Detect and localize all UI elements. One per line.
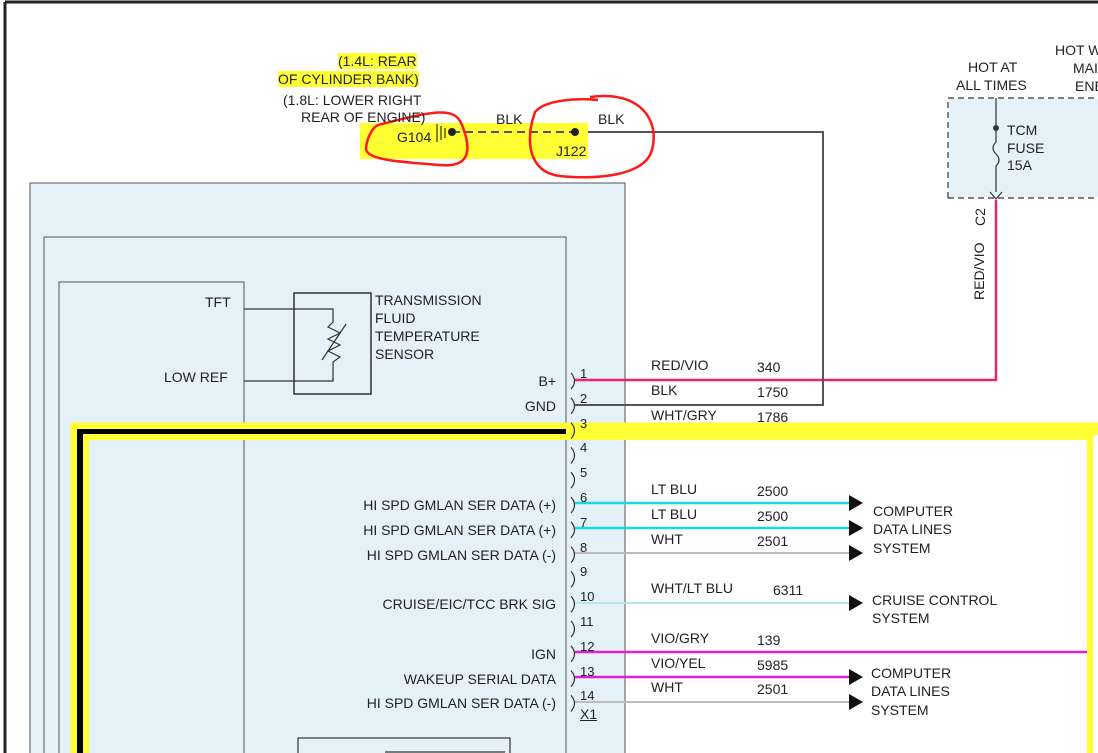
pin-wire-color: RED/VIO (651, 357, 709, 373)
ground-location-14l-2: OF CYLINDER BANK) (278, 71, 419, 87)
fuse-connector-label: C2 (972, 208, 988, 226)
pin-signal: IGN (531, 645, 556, 662)
ground-location-14l: (1.4L: REAR (338, 53, 417, 69)
pin-wire-color: LT BLU (651, 505, 698, 522)
pin-signal: B+ (538, 373, 556, 389)
ground-id-label: G104 (397, 129, 432, 145)
pin-circuit: 5985 (757, 656, 789, 673)
pin-wire-color: WHT (651, 530, 683, 547)
dest-cruise-line2: SYSTEM (872, 610, 930, 626)
connector-x1: X1 (580, 706, 598, 722)
arrow-pin14 (849, 694, 863, 710)
pin-wire-color: LT BLU (651, 481, 698, 497)
pin-number: 13 (580, 663, 595, 679)
tft-label: TFT (205, 294, 231, 310)
dest-cruise-line1: CRUISE CONTROL (872, 592, 998, 608)
fuse-wire-color: RED/VIO (971, 242, 987, 300)
low-ref-label: LOW REF (164, 369, 228, 385)
pin-signal: HI SPD GMLAN SER DATA (-) (366, 695, 556, 712)
dest-computer-1-line1: COMPUTER (873, 503, 954, 519)
pin-number: 12 (580, 638, 595, 654)
pin-wire-color: WHT (651, 679, 683, 696)
ground-location-18l-2: REAR OF ENGINE) (301, 109, 426, 125)
hot-with-1: HOT W (1055, 42, 1098, 58)
pin-number: 11 (580, 614, 594, 629)
pin-number: 5 (580, 465, 588, 481)
ground-location-18l: (1.8L: LOWER RIGHT (283, 92, 422, 108)
pin-circuit: 139 (757, 631, 781, 648)
sensor-name-2: FLUID (375, 310, 416, 326)
j122-node (571, 128, 579, 136)
hot-with-2: MAI (1073, 60, 1098, 76)
pin-wire-color: WHT/GRY (651, 406, 717, 423)
fuse-name-3: 15A (1007, 157, 1032, 173)
pin-number: 2 (580, 390, 588, 406)
pin-signal: GND (524, 397, 556, 414)
pin-signal: WAKEUP SERIAL DATA (403, 670, 556, 687)
splice-id-label: J122 (556, 143, 587, 159)
pin-circuit: 340 (757, 359, 781, 375)
pin-wire-color: BLK (651, 381, 678, 398)
pin-circuit: 1750 (757, 383, 789, 400)
pin-circuit: 1786 (757, 408, 789, 425)
fuse-node (993, 125, 999, 131)
pin-wire-color: WHT/LT BLU (651, 580, 733, 597)
g104-node (448, 128, 456, 136)
pin-circuit: 2501 (757, 681, 789, 698)
arrow-pin6 (849, 495, 863, 511)
fuse-name-1: TCM (1007, 122, 1038, 138)
pin-circuit: 2500 (757, 483, 789, 499)
hot-with-3: ENE (1075, 78, 1098, 94)
hot-at-times-1: HOT AT (968, 59, 1018, 75)
ground-wire-right-label: BLK (598, 111, 625, 127)
arrow-pin7 (849, 520, 863, 536)
hot-at-times-2: ALL TIMES (956, 77, 1027, 93)
dest-computer-2-line3: SYSTEM (871, 702, 929, 718)
pin-number: 4 (580, 440, 588, 456)
pin-wire-color: VIO/YEL (651, 654, 706, 671)
pin-signal: CRUISE/EIC/TCC BRK SIG (382, 596, 556, 613)
pin-number: 1 (580, 366, 588, 381)
dest-computer-2-line1: COMPUTER (871, 665, 952, 681)
pin-number: 3 (580, 415, 588, 431)
ground-highlight (360, 123, 588, 159)
pin-number: 9 (580, 564, 588, 580)
pin-number: 14 (580, 688, 595, 704)
dest-computer-2-line2: DATA LINES (871, 683, 950, 699)
pin-wire-color: VIO/GRY (651, 629, 710, 646)
sensor-name-3: TEMPERATURE (375, 328, 480, 344)
wire-red-vio (575, 200, 998, 382)
pin-circuit: 2500 (757, 507, 789, 524)
sensor-name-4: SENSOR (375, 346, 435, 362)
pin-signal: HI SPD GMLAN SER DATA (-) (366, 546, 556, 563)
pin-number: 6 (580, 490, 588, 505)
pin-circuit: 2501 (757, 532, 789, 549)
sensor-name-1: TRANSMISSION (375, 292, 482, 308)
fuse-name-2: FUSE (1007, 140, 1045, 156)
dest-computer-1-line3: SYSTEM (873, 540, 931, 556)
pin-circuit: 6311 (773, 582, 804, 599)
ground-wire-left-label: BLK (496, 111, 523, 127)
arrow-pin8 (849, 545, 863, 561)
pin-number: 8 (580, 539, 588, 555)
arrow-pin10 (849, 595, 863, 611)
pin-signal: HI SPD GMLAN SER DATA (+) (363, 497, 556, 513)
pin-number: 7 (580, 514, 588, 530)
pin-number: 10 (580, 589, 595, 605)
arrow-pin13 (849, 669, 863, 685)
dest-computer-1-line2: DATA LINES (873, 521, 952, 537)
pin-signal: HI SPD GMLAN SER DATA (+) (363, 521, 556, 538)
